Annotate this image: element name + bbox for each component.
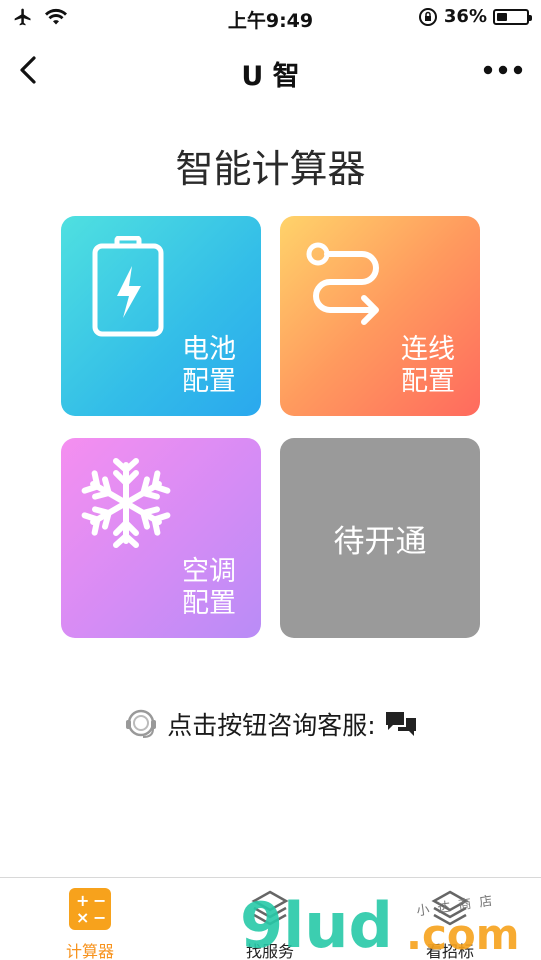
pending-label: 待开通 <box>333 523 427 560</box>
wiring-config-label: 连线 配置 <box>398 334 458 398</box>
tab-bid[interactable]: 看招标 <box>390 888 510 960</box>
page-title: 智能计算器 <box>175 147 366 191</box>
tab-bar: + − × − 计算器 找服务 看招标 <box>0 877 541 960</box>
contact-text: 点击按钮咨询客服: <box>167 711 376 740</box>
battery-config-card[interactable]: 电池 配置 <box>61 216 261 416</box>
service-icon <box>251 890 289 926</box>
battery-icon <box>493 8 532 25</box>
more-dots-icon[interactable] <box>481 58 525 82</box>
ac-config-card[interactable]: 空调 配置 <box>61 438 261 638</box>
nav-title: U 智 <box>241 61 300 92</box>
battery-fill <box>497 12 508 21</box>
status-bar: 上午9:49 36% <box>0 0 541 36</box>
status-right: 36% <box>418 6 532 27</box>
headset-icon <box>126 709 157 738</box>
wire-route-icon <box>306 242 379 325</box>
wiring-config-card[interactable]: 连线 配置 <box>280 216 480 416</box>
tab-bid-label: 看招标 <box>425 942 474 960</box>
bid-icon <box>431 890 469 926</box>
battery-percent: 36% <box>443 6 487 27</box>
wiring-label-line2: 配置 <box>401 366 455 397</box>
ac-label-line1: 空调 <box>182 556 236 587</box>
rotation-lock-icon <box>418 7 437 26</box>
tab-calculator[interactable]: + − × − 计算器 <box>30 888 150 960</box>
tab-service-label: 找服务 <box>245 942 294 960</box>
contact-support[interactable]: 点击按钮咨询客服: <box>0 706 541 742</box>
battery-config-label: 电池 配置 <box>179 334 239 398</box>
pending-card[interactable]: 待开通 <box>280 438 480 638</box>
wiring-label-line1: 连线 <box>401 334 455 365</box>
tab-calculator-label: 计算器 <box>65 942 114 960</box>
battery-label-line2: 配置 <box>182 366 236 397</box>
snowflake-icon <box>81 458 171 548</box>
calculator-icon: + − × − <box>69 888 111 930</box>
chat-bubbles-icon[interactable] <box>384 709 418 739</box>
nav-bar: U 智 <box>0 38 541 102</box>
battery-bolt-icon <box>92 236 164 337</box>
tab-service[interactable]: 找服务 <box>210 888 330 960</box>
ac-config-label: 空调 配置 <box>179 556 239 620</box>
ac-label-line2: 配置 <box>182 588 236 619</box>
battery-label-line1: 电池 <box>182 334 236 365</box>
